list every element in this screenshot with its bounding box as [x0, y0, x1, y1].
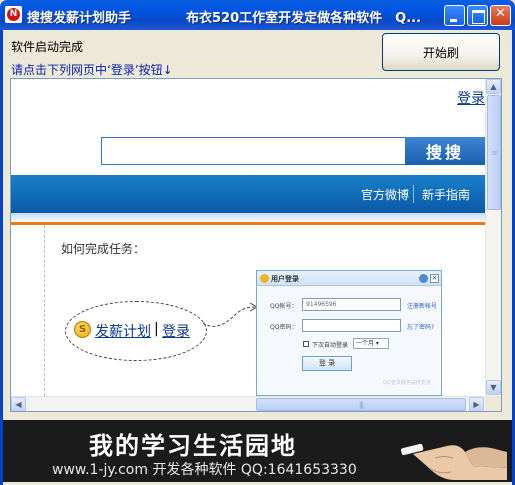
maximize-button[interactable]: [467, 5, 488, 26]
dashed-guide-line: [44, 225, 45, 396]
qq-password-label: QQ密码：: [270, 324, 298, 331]
auto-login-label: 下次自动登录: [312, 342, 349, 349]
scroll-up-button[interactable]: ▲: [486, 79, 501, 94]
login-dialog-preview: 用户登录 × QQ帐号： 91496596 注册新帐号 QQ密码： 忘了密码? …: [256, 270, 442, 396]
window-border-left: [0, 30, 3, 485]
window-title: 搜搜发薪计划助手: [27, 11, 132, 26]
qq-account-label: QQ帐号：: [270, 303, 298, 310]
login-dialog-button: 登 录: [302, 356, 352, 371]
login-dialog-header: 用户登录 ×: [257, 271, 441, 286]
close-button[interactable]: ✕: [490, 5, 511, 26]
scroll-down-button[interactable]: ▼: [486, 380, 501, 395]
login-link-top[interactable]: 登录: [457, 88, 485, 108]
window-title-center: 布衣520工作室开发定做各种软件 Q...: [186, 11, 422, 26]
horizontal-scroll-thumb[interactable]: |||: [256, 398, 466, 411]
qq-logo-icon: [260, 274, 269, 283]
qq-password-field: [302, 319, 401, 332]
auto-login-checkbox: [303, 341, 309, 347]
app-icon[interactable]: N: [5, 6, 22, 23]
grip-icon: |||: [358, 400, 364, 409]
login-link[interactable]: 登录: [162, 321, 190, 341]
orange-divider: [11, 222, 485, 225]
help-icon: [419, 274, 428, 283]
web-view: 登录 搜搜 官方微博 新手指南 如何完成任务： S 发薪计划 | 登录 用户登录…: [11, 79, 485, 396]
qq-account-field: 91496596: [302, 298, 401, 311]
howto-heading: 如何完成任务：: [61, 242, 146, 256]
hand-with-chalk-icon: [401, 443, 507, 480]
title-bar[interactable]: N 搜搜发薪计划助手 布衣520工作室开发定做各种软件 Q... ✕: [0, 0, 515, 30]
register-link: 注册新帐号: [407, 303, 438, 310]
nav-newbie-guide[interactable]: 新手指南: [422, 186, 470, 203]
duration-value: 一个月: [356, 340, 375, 347]
web-browser-pane[interactable]: 登录 搜搜 官方微博 新手指南 如何完成任务： S 发薪计划 | 登录 用户登录…: [10, 78, 502, 412]
search-button[interactable]: 搜搜: [405, 137, 485, 165]
login-dialog-title: 用户登录: [271, 275, 299, 283]
scroll-left-button[interactable]: ◀: [11, 397, 26, 411]
grip-icon: ≡: [491, 148, 498, 157]
banner-title: 我的学习生活园地: [89, 432, 297, 460]
nav-band: 官方微博 新手指南: [11, 175, 485, 213]
search-input[interactable]: [101, 137, 406, 165]
nav-separator: [413, 185, 414, 203]
ad-banner[interactable]: 我的学习生活园地 www.1-jy.com 开发各种软件 QQ:16416533…: [3, 420, 512, 482]
link-separator: |: [154, 321, 159, 337]
close-icon: ✕: [495, 6, 506, 21]
vertical-scrollbar[interactable]: ▲ ≡ ▼: [485, 79, 501, 396]
scroll-right-button[interactable]: ▶: [469, 397, 484, 411]
forgot-password-link: 忘了密码?: [407, 324, 435, 331]
app-icon-letter: N: [9, 9, 18, 19]
horizontal-scrollbar[interactable]: ◀ ||| ▶: [11, 396, 485, 411]
dashed-arrow-icon: [202, 302, 259, 327]
close-icon: ×: [430, 274, 439, 283]
salary-plan-link[interactable]: 发薪计划: [95, 321, 151, 341]
minimize-button[interactable]: [444, 5, 465, 26]
duration-select: 一个月 ▾: [353, 338, 389, 349]
hint-text: 请点击下列网页中‘登录’按钮↓: [11, 63, 173, 77]
coin-icon: S: [74, 321, 91, 338]
status-text: 软件启动完成: [11, 40, 84, 54]
vertical-scroll-thumb[interactable]: ≡: [487, 95, 501, 210]
nav-official-weibo[interactable]: 官方微博: [361, 186, 409, 203]
banner-subtitle: www.1-jy.com 开发各种软件 QQ:1641653330: [52, 462, 357, 478]
login-dialog-footer: QQ登录服务提供支持: [383, 380, 431, 386]
scrollbar-corner: [485, 396, 501, 411]
start-button[interactable]: 开始刷: [382, 33, 500, 71]
